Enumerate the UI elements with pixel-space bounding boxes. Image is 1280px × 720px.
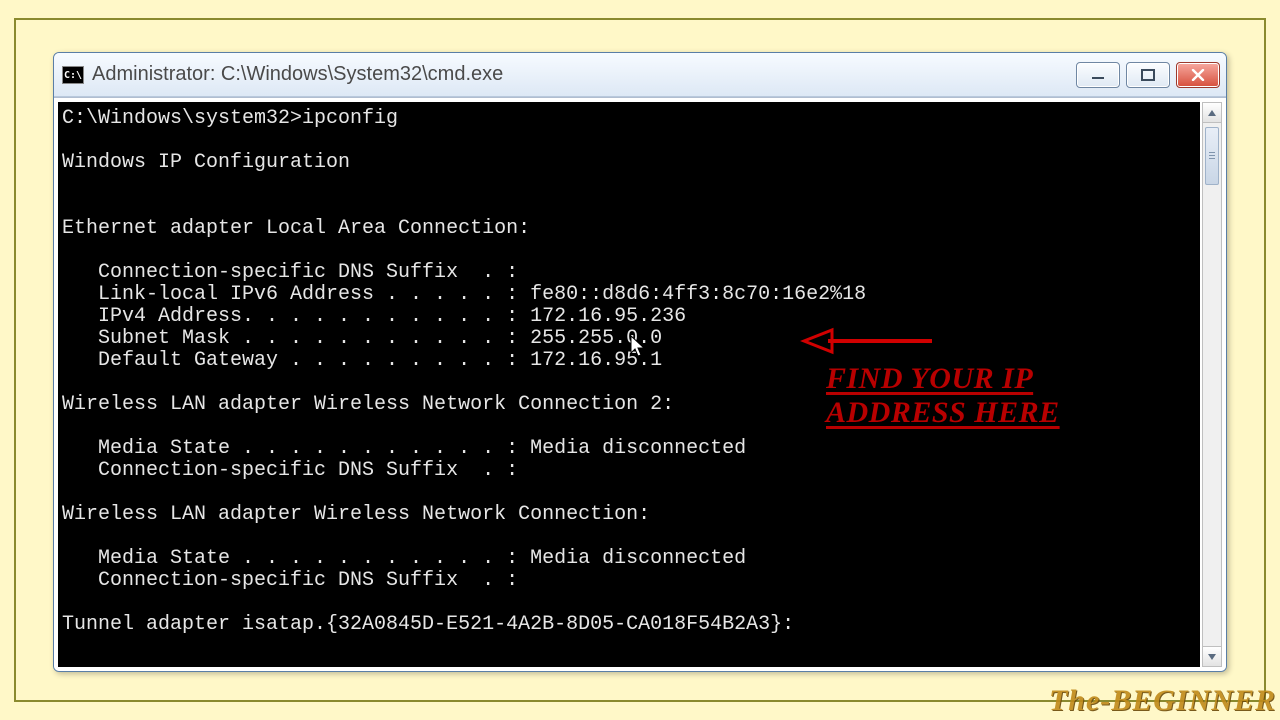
adapter-tunnel-title: Tunnel adapter isatap.{32A0845D-E521-4A2… (62, 613, 794, 636)
scroll-up-arrow-icon[interactable] (1203, 103, 1221, 123)
media-state-line: Media State . . . . . . . . . . . : Medi… (62, 547, 746, 570)
command: ipconfig (302, 107, 398, 130)
cmd-window: C:\ Administrator: C:\Windows\System32\c… (53, 52, 1227, 672)
scroll-down-arrow-icon[interactable] (1203, 646, 1221, 666)
adapter-wlan2-title: Wireless LAN adapter Wireless Network Co… (62, 393, 674, 416)
adapter-ethernet-title: Ethernet adapter Local Area Connection: (62, 217, 530, 240)
minimize-button[interactable] (1076, 62, 1120, 88)
cmd-icon: C:\ (62, 66, 84, 84)
client-area: C:\Windows\system32>ipconfig Windows IP … (54, 97, 1226, 671)
titlebar[interactable]: C:\ Administrator: C:\Windows\System32\c… (54, 53, 1226, 97)
close-button[interactable] (1176, 62, 1220, 88)
default-gateway-line: Default Gateway . . . . . . . . . : 172.… (62, 349, 662, 372)
subnet-mask-line: Subnet Mask . . . . . . . . . . . : 255.… (62, 327, 662, 350)
ipv6-address-line: Link-local IPv6 Address . . . . . : fe80… (62, 283, 866, 306)
ipconfig-header: Windows IP Configuration (62, 151, 350, 174)
scroll-thumb[interactable] (1205, 127, 1219, 185)
prompt: C:\Windows\system32> (62, 107, 302, 130)
dns-suffix-line: Connection-specific DNS Suffix . : (62, 569, 518, 592)
console-output[interactable]: C:\Windows\system32>ipconfig Windows IP … (58, 102, 1200, 667)
vertical-scrollbar[interactable] (1202, 102, 1222, 667)
adapter-wlan-title: Wireless LAN adapter Wireless Network Co… (62, 503, 650, 526)
maximize-button[interactable] (1126, 62, 1170, 88)
dns-suffix-line: Connection-specific DNS Suffix . : (62, 261, 518, 284)
ipv4-address-line: IPv4 Address. . . . . . . . . . . : 172.… (62, 305, 686, 328)
dns-suffix-line: Connection-specific DNS Suffix . : (62, 459, 518, 482)
window-controls (1076, 62, 1220, 88)
window-title: Administrator: C:\Windows\System32\cmd.e… (92, 63, 1076, 86)
media-state-line: Media State . . . . . . . . . . . : Medi… (62, 437, 746, 460)
